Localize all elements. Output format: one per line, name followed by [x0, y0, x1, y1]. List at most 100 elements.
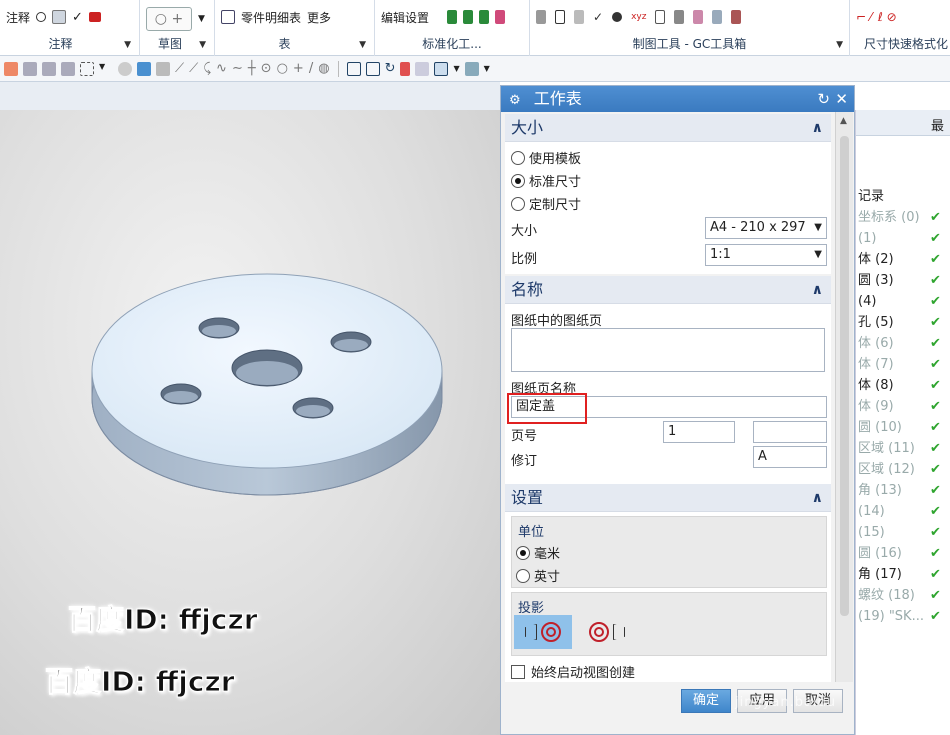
- filter-icon[interactable]: [4, 61, 18, 76]
- navigator-row[interactable]: 体 (8) ✔: [856, 375, 950, 396]
- navigator-row[interactable]: (15) ✔: [856, 522, 950, 543]
- radio-use-template[interactable]: 使用模板: [511, 148, 581, 167]
- radio-standard-size[interactable]: 标准尺寸: [511, 171, 581, 190]
- page-number-field[interactable]: 1: [663, 421, 735, 443]
- page-number-suffix-field[interactable]: [753, 421, 827, 443]
- chevron-up-icon[interactable]: ∧: [812, 114, 823, 142]
- plus-icon[interactable]: +: [293, 61, 304, 76]
- snap-icon[interactable]: [23, 61, 37, 76]
- snap-icon[interactable]: [61, 61, 75, 76]
- third-angle-projection-button[interactable]: [578, 615, 636, 649]
- view-icon[interactable]: [365, 61, 380, 76]
- frame-icon[interactable]: [655, 10, 666, 24]
- snap-icon[interactable]: [42, 61, 56, 76]
- navigator-row[interactable]: 体 (6) ✔: [856, 333, 950, 354]
- chevron-down-icon[interactable]: ▼: [199, 40, 206, 50]
- sheets-list[interactable]: [511, 328, 825, 372]
- radio-button[interactable]: [511, 151, 525, 165]
- close-icon[interactable]: ✕: [835, 86, 848, 112]
- tool-icon[interactable]: [574, 10, 584, 24]
- line-icon[interactable]: ⟋: [175, 61, 184, 76]
- navigator-row[interactable]: (14) ✔: [856, 501, 950, 522]
- xyz-icon[interactable]: xyz: [631, 12, 646, 22]
- navigator-row[interactable]: (4) ✔: [856, 291, 950, 312]
- dimension-icon[interactable]: ⌐ ⁄: [856, 10, 872, 24]
- scale-select[interactable]: 1:1 ▼: [705, 244, 827, 266]
- chevron-down-icon[interactable]: ▼: [124, 40, 131, 50]
- radio-inch[interactable]: 英寸: [516, 566, 560, 585]
- first-angle-projection-button[interactable]: [514, 615, 572, 649]
- navigator-row[interactable]: 坐标系 (0) ✔: [856, 207, 950, 228]
- circle-icon[interactable]: ○: [277, 61, 288, 76]
- section-header[interactable]: 设置 ∧: [505, 484, 831, 512]
- tool-icon[interactable]: [693, 10, 704, 24]
- check-icon[interactable]: ✔: [930, 312, 941, 333]
- radio-custom-size[interactable]: 定制尺寸: [511, 194, 581, 213]
- chevron-up-icon[interactable]: ∧: [812, 276, 823, 304]
- check-icon[interactable]: ✔: [930, 207, 941, 228]
- check-icon[interactable]: ✔: [930, 501, 941, 522]
- check-icon[interactable]: ✔: [930, 249, 941, 270]
- radio-button[interactable]: [516, 546, 530, 560]
- scrollbar-thumb[interactable]: [840, 136, 849, 616]
- dimension-icon[interactable]: ℓ ⊘: [878, 10, 897, 24]
- navigator-row[interactable]: 记录: [856, 186, 950, 207]
- navigator-row[interactable]: 圆 (10) ✔: [856, 417, 950, 438]
- flange-model[interactable]: [0, 110, 500, 735]
- grid-icon[interactable]: [434, 61, 449, 76]
- chevron-down-icon[interactable]: ▼: [359, 40, 366, 50]
- brush-icon[interactable]: [463, 10, 473, 24]
- tool-icon[interactable]: [712, 10, 723, 24]
- section-header[interactable]: 大小 ∧: [505, 114, 831, 142]
- chevron-down-icon[interactable]: ▼: [484, 64, 490, 73]
- section-header[interactable]: 名称 ∧: [505, 276, 831, 304]
- wave-icon[interactable]: ∼: [232, 61, 243, 76]
- chevron-up-icon[interactable]: ▲: [840, 116, 847, 126]
- select-box-icon[interactable]: [80, 61, 94, 76]
- circle-icon[interactable]: ⊙: [261, 61, 272, 76]
- layer-icon[interactable]: [415, 61, 430, 76]
- check-icon[interactable]: ✔: [930, 480, 941, 501]
- chevron-down-icon[interactable]: ▼: [453, 64, 459, 73]
- table-icon[interactable]: [221, 10, 235, 24]
- check-icon[interactable]: ✔: [930, 375, 941, 396]
- always-start-view-checkbox[interactable]: 始终启动视图创建: [511, 662, 635, 681]
- check-icon[interactable]: ✔: [930, 333, 941, 354]
- display-icon[interactable]: [464, 61, 479, 76]
- parts-list-button[interactable]: 零件明细表: [241, 9, 301, 26]
- radio-button[interactable]: [511, 197, 525, 211]
- navigator-row[interactable]: 圆 (16) ✔: [856, 543, 950, 564]
- line-icon[interactable]: ⟋: [189, 61, 198, 76]
- check-icon[interactable]: ✔: [930, 396, 941, 417]
- check-icon[interactable]: ✔: [930, 417, 941, 438]
- dialog-scrollbar[interactable]: ▲: [835, 112, 853, 687]
- arc-icon[interactable]: ⤹: [203, 61, 211, 76]
- navigator-row[interactable]: (19) "SK... ✔: [856, 606, 950, 627]
- check-icon[interactable]: ✔: [930, 585, 941, 606]
- check-icon[interactable]: ✓: [72, 10, 83, 25]
- cube-icon[interactable]: [137, 61, 151, 76]
- sketch-tools-box[interactable]: ○ +: [146, 7, 192, 31]
- radio-millimeter[interactable]: 毫米: [516, 543, 560, 562]
- reset-icon[interactable]: ↻: [817, 86, 830, 112]
- snap-icon[interactable]: ◍: [318, 61, 329, 76]
- navigator-row[interactable]: 圆 (3) ✔: [856, 270, 950, 291]
- chevron-down-icon[interactable]: ▼: [198, 14, 205, 24]
- zoom-icon[interactable]: [346, 61, 361, 76]
- edit-settings-button[interactable]: 编辑设置: [381, 9, 441, 26]
- gear-icon[interactable]: ⚙: [509, 93, 521, 108]
- tool-icon[interactable]: [674, 10, 685, 24]
- chevron-down-icon[interactable]: ▼: [99, 62, 113, 76]
- stamp-icon[interactable]: [88, 12, 101, 22]
- wave-icon[interactable]: ∿: [216, 61, 227, 76]
- search-icon[interactable]: [36, 12, 47, 22]
- chevron-up-icon[interactable]: ∧: [812, 484, 823, 512]
- point-icon[interactable]: ┼: [248, 61, 256, 76]
- graphics-viewport[interactable]: [0, 110, 500, 735]
- check-icon[interactable]: ✔: [930, 270, 941, 291]
- triangle-icon[interactable]: [555, 10, 565, 24]
- check-icon[interactable]: ✔: [930, 543, 941, 564]
- chevron-down-icon[interactable]: ▼: [836, 40, 843, 50]
- navigator-row[interactable]: 螺纹 (18) ✔: [856, 585, 950, 606]
- navigator-row[interactable]: 体 (7) ✔: [856, 354, 950, 375]
